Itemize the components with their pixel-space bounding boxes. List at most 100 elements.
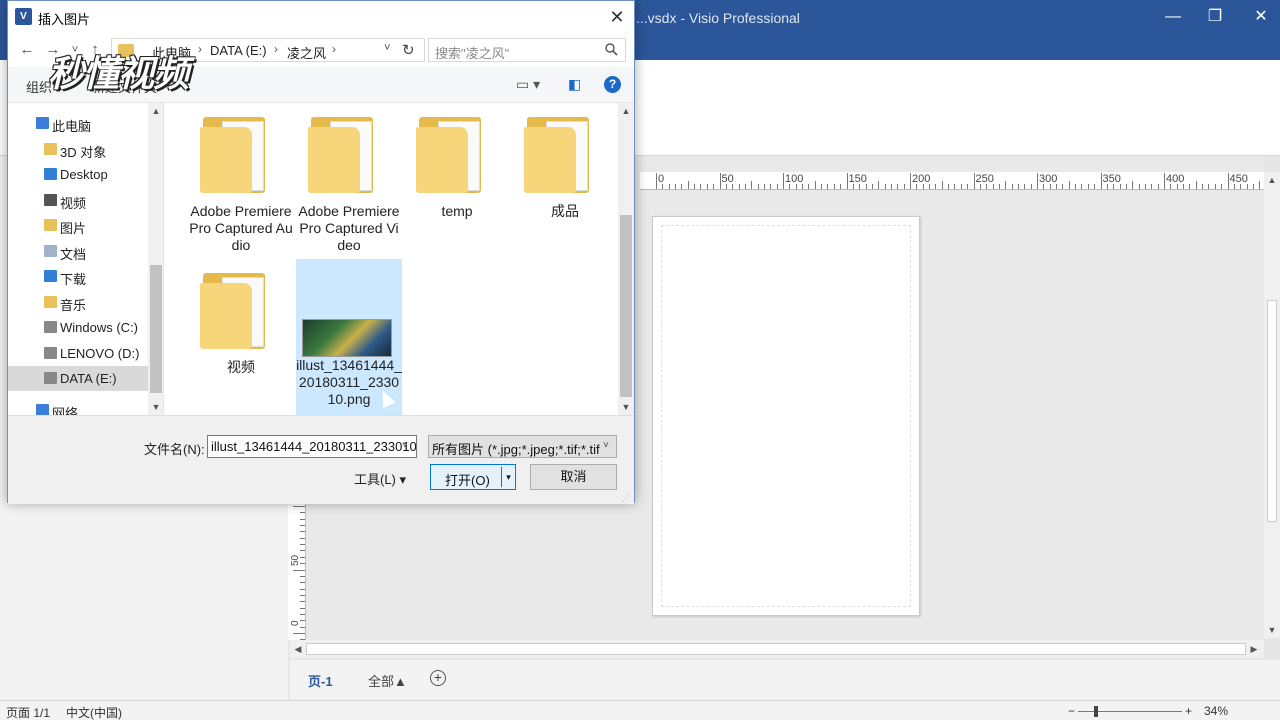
ruler-tick xyxy=(300,544,305,546)
open-options-icon[interactable]: ▾ xyxy=(501,467,515,487)
ruler-tick xyxy=(910,173,911,189)
search-icon[interactable] xyxy=(605,43,618,59)
nav-item[interactable]: 网络 xyxy=(8,398,148,415)
nav-item[interactable]: 图片 xyxy=(8,213,148,238)
ruler-tick xyxy=(757,184,759,189)
breadcrumb-current-folder[interactable]: 凌之风 xyxy=(287,43,326,62)
page-tabs-bar: 页-1 全部▲ + xyxy=(290,660,1280,700)
nav-item-label: 网络 xyxy=(52,406,79,415)
folder-item[interactable]: Adobe Premiere Pro Captured Audio xyxy=(188,105,294,261)
open-button[interactable]: 打开(O) ▾ xyxy=(430,464,516,490)
folder-item[interactable]: 成品 xyxy=(512,105,618,261)
resize-grip-icon[interactable]: ⋰ xyxy=(622,494,630,503)
ruler-tick xyxy=(300,531,305,533)
ruler-tick xyxy=(1189,184,1191,189)
folder-item[interactable]: 视频 xyxy=(188,261,294,415)
ruler-tick xyxy=(827,184,829,189)
app-vertical-scrollbar[interactable]: ▲ ▼ xyxy=(1264,172,1280,638)
ruler-label: 150 xyxy=(848,173,867,185)
nav-pane-scrollbar[interactable]: ▲ ▼ xyxy=(148,103,163,415)
app-title: ...vsdx - Visio Professional xyxy=(636,10,800,26)
breadcrumb-separator[interactable]: › xyxy=(332,42,336,56)
change-view-icon[interactable]: ▭ ▾ xyxy=(516,76,540,93)
nav-item[interactable]: LENOVO (D:) xyxy=(8,341,148,366)
file-list-scrollbar[interactable]: ▲ ▼ xyxy=(618,103,634,415)
breadcrumb-separator[interactable]: › xyxy=(198,42,202,56)
search-box[interactable]: 搜索"凌之风" xyxy=(428,38,626,62)
location-icon xyxy=(44,270,57,282)
cancel-button[interactable]: 取消 xyxy=(530,464,617,490)
scroll-down-arrow[interactable]: ▼ xyxy=(1264,622,1280,638)
scroll-left-arrow[interactable]: ◀ xyxy=(290,640,306,658)
zoom-in-icon[interactable]: + xyxy=(1185,704,1192,718)
ruler-tick xyxy=(713,184,715,189)
nav-item[interactable]: DATA (E:) xyxy=(8,366,148,391)
all-pages-button[interactable]: 全部▲ xyxy=(368,671,407,690)
scroll-thumb[interactable] xyxy=(150,265,162,393)
file-type-select[interactable]: 所有图片 (*.jpg;*.jpeg;*.tif;*.tif xyxy=(428,435,617,458)
nav-item[interactable]: 3D 对象 xyxy=(8,137,148,162)
scroll-down-arrow[interactable]: ▼ xyxy=(148,399,163,415)
scroll-up-arrow[interactable]: ▲ xyxy=(1264,172,1280,188)
filename-dropdown-icon[interactable]: ˅ xyxy=(402,440,408,451)
folder-item[interactable]: temp xyxy=(404,105,510,261)
nav-item[interactable]: Desktop xyxy=(8,162,148,187)
ruler-tick xyxy=(293,506,305,507)
nav-item[interactable]: 文档 xyxy=(8,239,148,264)
file-type-dropdown-icon[interactable]: ˅ xyxy=(603,440,609,451)
app-horizontal-scrollbar[interactable]: ◀ ▶ xyxy=(290,640,1264,658)
nav-item-label: 音乐 xyxy=(60,298,87,313)
help-icon[interactable]: ? xyxy=(604,76,621,93)
address-dropdown-icon[interactable]: ˅ xyxy=(384,42,390,54)
zoom-out-icon[interactable]: − xyxy=(1068,704,1075,718)
nav-item[interactable]: 音乐 xyxy=(8,290,148,315)
ruler-tick xyxy=(694,184,696,189)
image-file-item[interactable]: illust_13461444_20180311_233010.png xyxy=(296,259,402,415)
ruler-tick xyxy=(903,184,905,189)
location-icon xyxy=(44,321,57,333)
ruler-tick xyxy=(687,181,689,189)
dialog-close-icon[interactable]: ✕ xyxy=(604,4,630,30)
file-name-label: 成品 xyxy=(551,203,579,219)
preview-pane-icon[interactable]: ◧ xyxy=(568,76,581,93)
scroll-up-arrow[interactable]: ▲ xyxy=(148,103,163,119)
ruler-tick xyxy=(668,184,670,189)
scroll-thumb[interactable] xyxy=(1267,300,1277,522)
breadcrumb-data-drive[interactable]: DATA (E:) xyxy=(210,43,267,58)
nav-item[interactable]: 视频 xyxy=(8,188,148,213)
open-button-label: 打开(O) xyxy=(445,473,490,488)
filename-input[interactable]: illust_13461444_20180311_233010 xyxy=(207,435,417,458)
ruler-tick xyxy=(1005,181,1007,189)
folder-item[interactable]: Adobe Premiere Pro Captured Video xyxy=(296,105,402,261)
scroll-up-arrow[interactable]: ▲ xyxy=(618,103,634,119)
zoom-level[interactable]: 34% xyxy=(1204,704,1228,718)
refresh-icon[interactable]: ↻ xyxy=(402,41,415,59)
app-close-icon[interactable]: ✕ xyxy=(1246,6,1276,28)
page-indicator[interactable]: 页面 1/1 xyxy=(6,704,50,720)
nav-item-label: Windows (C:) xyxy=(60,320,139,335)
dialog-title: 插入图片 xyxy=(38,12,91,27)
nav-item[interactable]: 此电脑 xyxy=(8,111,148,136)
minimize-icon[interactable]: — xyxy=(1158,6,1188,28)
add-page-icon[interactable]: + xyxy=(430,670,446,686)
restore-icon[interactable]: ❐ xyxy=(1200,6,1230,28)
tab-page-1[interactable]: 页-1 xyxy=(308,671,333,690)
drawing-page[interactable] xyxy=(652,216,920,616)
ruler-tick xyxy=(1011,184,1013,189)
scroll-thumb[interactable] xyxy=(306,643,1246,655)
back-icon[interactable]: ← xyxy=(16,40,38,60)
nav-item-label: LENOVO (D:) xyxy=(60,346,140,361)
breadcrumb-separator[interactable]: › xyxy=(274,42,278,56)
ruler-tick xyxy=(1202,184,1204,189)
nav-item[interactable]: Windows (C:) xyxy=(8,315,148,340)
zoom-slider-knob[interactable] xyxy=(1094,706,1098,717)
nav-item[interactable]: 下载 xyxy=(8,264,148,289)
tools-menu[interactable]: 工具(L) ▾ xyxy=(354,469,406,488)
scroll-right-arrow[interactable]: ▶ xyxy=(1246,640,1262,658)
ruler-label: 100 xyxy=(785,173,804,185)
location-icon xyxy=(44,194,57,206)
file-name-label: Adobe Premiere Pro Captured Video xyxy=(298,203,400,253)
scroll-down-arrow[interactable]: ▼ xyxy=(618,399,634,415)
scroll-thumb[interactable] xyxy=(620,215,632,397)
ruler-tick xyxy=(1094,184,1096,189)
